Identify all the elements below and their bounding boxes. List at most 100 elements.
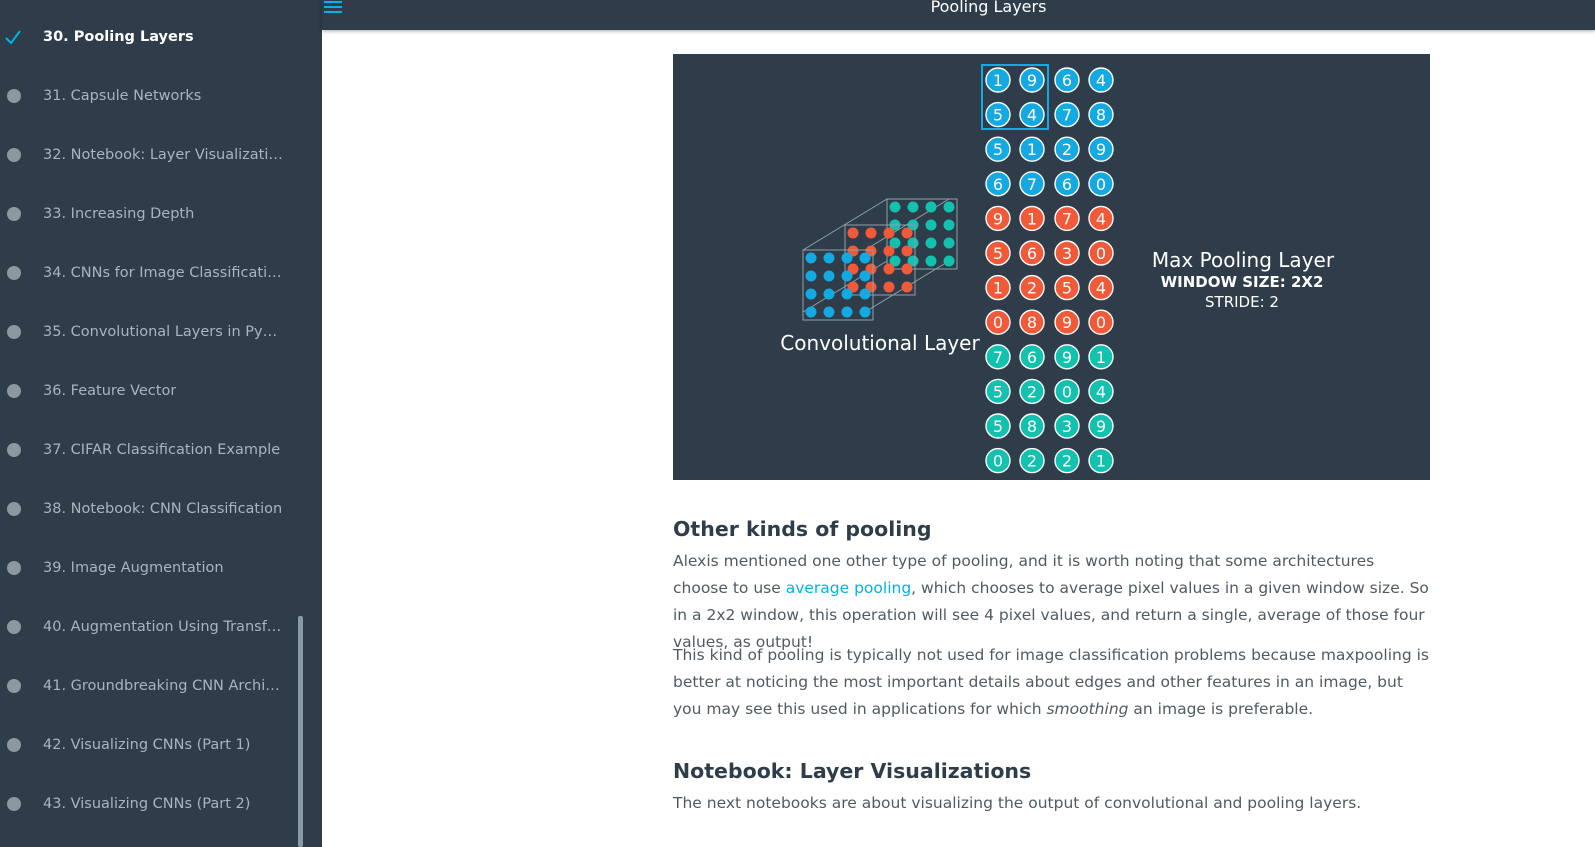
pooling-diagram: 1 9 6 45 4 7 85 1 2 96 7 6 09 1 7 45 6 3 01 2 5 40 8 9 07 6 9 15 2 0 4… bbox=[780, 64, 1335, 474]
grid-cell-value: 0 bbox=[1096, 175, 1106, 194]
sidebar-item[interactable]: 35. Convolutional Layers in PyTorch bbox=[0, 302, 296, 361]
grid-cell-value: 0 bbox=[993, 313, 1003, 332]
sidebar-item[interactable]: 34. CNNs for Image Classification bbox=[0, 243, 296, 302]
lesson-sidebar: 30. Pooling Layers 31. Capsule Networks 32… bbox=[0, 0, 303, 847]
incomplete-dot-icon bbox=[0, 678, 43, 693]
grid-cell-value: 9 bbox=[993, 209, 1003, 228]
grid-cell-value: 6 bbox=[1062, 71, 1072, 90]
sidebar-item-label: 31. Capsule Networks bbox=[43, 87, 202, 104]
incomplete-dot-icon bbox=[0, 501, 43, 516]
grid-cell-value: 4 bbox=[1027, 106, 1037, 125]
sidebar-item-label: 40. Augmentation Using Transfor… bbox=[43, 618, 283, 635]
sidebar-item[interactable]: 40. Augmentation Using Transfor… bbox=[0, 597, 296, 656]
sidebar-item-label: 35. Convolutional Layers in PyTorch bbox=[43, 323, 283, 340]
grid-cell-value: 2 bbox=[1027, 452, 1037, 471]
sidebar-item-label: 33. Increasing Depth bbox=[43, 205, 195, 222]
grid-cell-value: 1 bbox=[1027, 140, 1037, 159]
paragraph-average-pooling: Alexis mentioned one other type of pooli… bbox=[673, 548, 1433, 656]
sidebar-item[interactable]: 32. Notebook: Layer Visualization bbox=[0, 125, 296, 184]
incomplete-dot-icon bbox=[0, 324, 43, 339]
incomplete-dot-icon bbox=[0, 383, 43, 398]
grid-cell-value: 2 bbox=[1027, 382, 1037, 401]
average-pooling-link[interactable]: average pooling bbox=[786, 579, 911, 597]
convolutional-layer-cube-icon bbox=[802, 198, 958, 321]
completed-check-icon bbox=[0, 28, 43, 46]
grid-cell-value: 1 bbox=[1027, 209, 1037, 228]
section-heading-other-pooling: Other kinds of pooling bbox=[673, 517, 932, 541]
grid-cell-value: 4 bbox=[1096, 382, 1106, 401]
sidebar-item[interactable]: 43. Visualizing CNNs (Part 2) bbox=[0, 774, 296, 833]
incomplete-dot-icon bbox=[0, 619, 43, 634]
sidebar-item[interactable]: 37. CIFAR Classification Example bbox=[0, 420, 296, 479]
grid-cell-value: 3 bbox=[1062, 244, 1072, 263]
sidebar-item[interactable]: 36. Feature Vector bbox=[0, 361, 296, 420]
grid-cell-value: 7 bbox=[1062, 106, 1072, 125]
grid-cell-value: 8 bbox=[1096, 106, 1106, 125]
grid-cell-value: 1 bbox=[993, 71, 1003, 90]
grid-cell-value: 6 bbox=[1062, 175, 1072, 194]
paragraph-notebook-intro: The next notebooks are about visualizing… bbox=[673, 794, 1362, 812]
max-pooling-title: Max Pooling Layer bbox=[1152, 248, 1335, 272]
emphasis-smoothing: smoothing bbox=[1046, 700, 1129, 718]
sidebar-item-label: 30. Pooling Layers bbox=[43, 28, 194, 45]
grid-cell-value: 3 bbox=[1062, 417, 1072, 436]
grid-cell-value: 5 bbox=[993, 140, 1003, 159]
grid-cell-value: 5 bbox=[993, 417, 1003, 436]
convolutional-layer-label: Convolutional Layer bbox=[780, 331, 980, 355]
grid-cell-value: 2 bbox=[1062, 140, 1072, 159]
grid-cell-value: 4 bbox=[1096, 209, 1106, 228]
grid-cell-value: 8 bbox=[1027, 313, 1037, 332]
grid-cell-value: 4 bbox=[1096, 279, 1106, 298]
sidebar-item[interactable]: 41. Groundbreaking CNN Archite… bbox=[0, 656, 296, 715]
grid-cell-value: 1 bbox=[1096, 452, 1106, 471]
sidebar-item-label: 39. Image Augmentation bbox=[43, 559, 224, 576]
sidebar-item-label: 41. Groundbreaking CNN Archite… bbox=[43, 677, 283, 694]
grid-cell-value: 1 bbox=[993, 279, 1003, 298]
incomplete-dot-icon bbox=[0, 560, 43, 575]
grid-cell-value: 9 bbox=[1096, 417, 1106, 436]
grid-cell-value: 0 bbox=[1096, 313, 1106, 332]
grid-cell-value: 2 bbox=[1027, 279, 1037, 298]
sidebar-item-label: 38. Notebook: CNN Classification bbox=[43, 500, 283, 517]
grid-cell-value: 8 bbox=[1027, 417, 1037, 436]
grid-cell-value: 5 bbox=[1062, 279, 1072, 298]
grid-cell-value: 9 bbox=[1096, 140, 1106, 159]
grid-cell-value: 6 bbox=[1027, 244, 1037, 263]
incomplete-dot-icon bbox=[0, 206, 43, 221]
grid-cell-value: 0 bbox=[993, 452, 1003, 471]
grid-cell-value: 1 bbox=[1096, 348, 1106, 367]
grid-cell-value: 7 bbox=[993, 348, 1003, 367]
grid-cell-value: 2 bbox=[1062, 452, 1072, 471]
page-title: Pooling Layers bbox=[930, 0, 1047, 16]
incomplete-dot-icon bbox=[0, 737, 43, 752]
grid-cell-value: 5 bbox=[993, 244, 1003, 263]
sidebar-item-label: 34. CNNs for Image Classification bbox=[43, 264, 283, 281]
grid-cell-value: 7 bbox=[1062, 209, 1072, 228]
stride-label: STRIDE: 2 bbox=[1205, 293, 1279, 311]
grid-cell-value: 7 bbox=[1027, 175, 1037, 194]
sidebar-item-label: 37. CIFAR Classification Example bbox=[43, 441, 281, 458]
sidebar-item[interactable]: 33. Increasing Depth bbox=[0, 184, 296, 243]
grid-cell-value: 5 bbox=[993, 382, 1003, 401]
grid-cell-value: 9 bbox=[1062, 348, 1072, 367]
sidebar-item[interactable]: 39. Image Augmentation bbox=[0, 538, 296, 597]
sidebar-item-label: 36. Feature Vector bbox=[43, 382, 177, 399]
incomplete-dot-icon bbox=[0, 796, 43, 811]
grid-cell-value: 0 bbox=[1062, 382, 1072, 401]
sidebar-item-label: 43. Visualizing CNNs (Part 2) bbox=[43, 795, 251, 812]
grid-cell-value: 0 bbox=[1096, 244, 1106, 263]
grid-cell-value: 6 bbox=[993, 175, 1003, 194]
sidebar-item[interactable]: 38. Notebook: CNN Classification bbox=[0, 479, 296, 538]
grid-cell-value: 9 bbox=[1062, 313, 1072, 332]
sidebar-item[interactable]: 42. Visualizing CNNs (Part 1) bbox=[0, 715, 296, 774]
sidebar-item[interactable]: 30. Pooling Layers bbox=[0, 7, 296, 66]
sidebar-scrollbar-thumb[interactable] bbox=[298, 616, 303, 847]
incomplete-dot-icon bbox=[0, 88, 43, 103]
incomplete-dot-icon bbox=[0, 147, 43, 162]
grid-cell-value: 6 bbox=[1027, 348, 1037, 367]
incomplete-dot-icon bbox=[0, 442, 43, 457]
max-pooling-figure: 1964547851296760917456301254089076915204… bbox=[673, 54, 1430, 480]
sidebar-item[interactable]: 31. Capsule Networks bbox=[0, 66, 296, 125]
sidebar-item-label: 32. Notebook: Layer Visualization bbox=[43, 146, 283, 163]
grid-cell-value: 9 bbox=[1027, 71, 1037, 90]
